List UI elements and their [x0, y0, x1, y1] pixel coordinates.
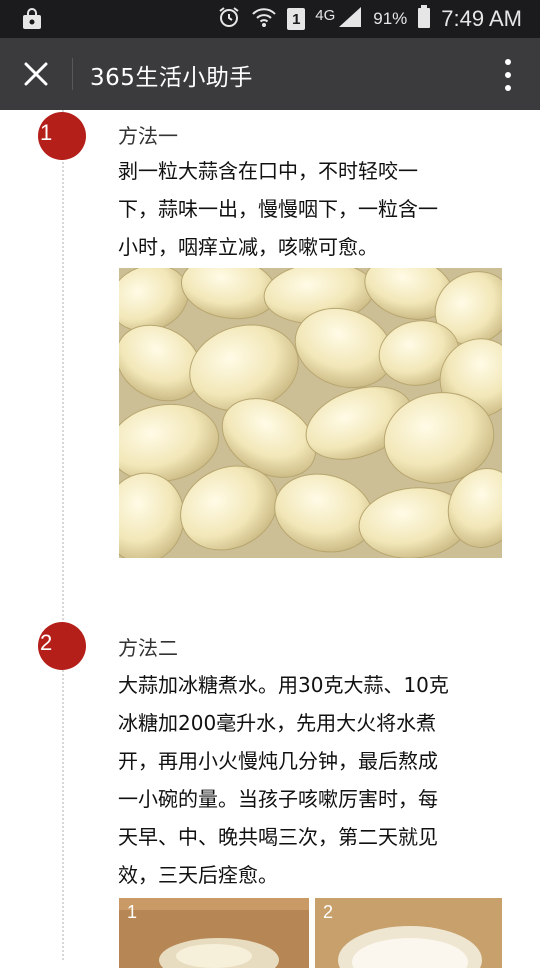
signal-icon [337, 6, 363, 32]
step-1-title: 方法一 [118, 124, 178, 148]
network-type: 4G [315, 7, 336, 24]
more-vertical-icon [505, 59, 511, 91]
page-title: 365生活小助手 [90, 65, 253, 91]
battery-percent: 91% [373, 9, 408, 28]
text-line: 冰糖加200毫升水，先用大火将水煮 [118, 711, 437, 735]
more-options-button[interactable] [498, 56, 518, 94]
step-2-text: 大蒜加冰糖煮水。用30克大蒜、10克 冰糖加200毫升水，先用大火将水煮 开，再… [118, 666, 508, 894]
text-line: 大蒜加冰糖煮水。用30克大蒜、10克 [118, 673, 449, 697]
text-line: 一小碗的量。当孩子咳嗽厉害时，每 [118, 787, 438, 811]
text-line: 剥一粒大蒜含在口中，不时轻咬一 [118, 159, 418, 183]
shopping-bag-icon [22, 8, 42, 34]
title-divider [72, 58, 73, 90]
article-content: 1 方法一 剥一粒大蒜含在口中，不时轻咬一 下，蒜味一出，慢慢咽下，一粒含一 小… [0, 110, 540, 968]
text-line: 天早、中、晚共喝三次，第二天就见 [118, 825, 438, 849]
step-1-text: 剥一粒大蒜含在口中，不时轻咬一 下，蒜味一出，慢慢咽下，一粒含一 小时，咽痒立减… [118, 152, 508, 266]
status-bar: 1 4G 91% 7:49 AM [0, 0, 540, 38]
text-line: 效，三天后痊愈。 [118, 863, 278, 887]
close-button[interactable] [16, 54, 56, 94]
step-2-title: 方法二 [118, 636, 178, 660]
close-icon [24, 62, 48, 86]
step-2-badge: 2 [38, 622, 86, 670]
step-number: 1 [40, 120, 53, 145]
wifi-icon [251, 6, 277, 32]
photo-label: 1 [127, 902, 138, 922]
step-number: 2 [40, 630, 53, 655]
step-1-badge: 1 [38, 112, 86, 160]
sim-badge: 1 [287, 8, 306, 30]
garlic-cloves-photo [119, 268, 502, 558]
text-line: 下，蒜味一出，慢慢咽下，一粒含一 [118, 197, 438, 221]
text-line: 小时，咽痒立减，咳嗽可愈。 [118, 235, 378, 259]
alarm-icon [217, 5, 241, 33]
photo-label: 2 [323, 902, 334, 922]
clock: 7:49 AM [441, 6, 522, 31]
battery-icon [417, 5, 431, 33]
step-2-photo-2: 2 [315, 898, 502, 968]
step-2-photo-1: 1 [119, 898, 309, 968]
timeline-line [62, 110, 64, 960]
text-line: 开，再用小火慢炖几分钟，最后熬成 [118, 749, 438, 773]
title-bar: 365生活小助手 [0, 38, 540, 110]
